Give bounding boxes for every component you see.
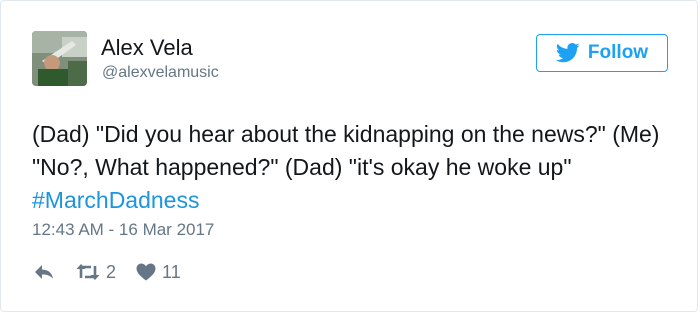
reply-button[interactable] [34,264,54,280]
retweet-count: 2 [106,261,117,282]
user-name[interactable]: Alex Vela [101,35,193,61]
like-button[interactable]: 11 [136,262,181,283]
tweet-actions: 2 11 [34,260,181,284]
follow-button[interactable]: Follow [536,34,668,72]
user-handle[interactable]: @alexvelamusic [102,64,219,82]
hashtag-link[interactable]: #MarchDadness [32,187,199,213]
tweet-body: (Dad) "Did you hear about the kidnapping… [32,121,660,180]
twitter-bird-icon [555,43,580,63]
avatar[interactable] [32,31,87,86]
retweet-button[interactable]: 2 [76,262,116,283]
tweet-timestamp[interactable]: 12:43 AM - 16 Mar 2017 [32,220,214,240]
retweet-icon [76,264,100,280]
like-count: 11 [162,261,181,282]
heart-icon [136,263,156,281]
reply-icon [35,265,53,279]
avatar-photo [32,31,87,86]
follow-label: Follow [587,42,649,63]
tweet-text: (Dad) "Did you hear about the kidnapping… [32,118,682,217]
tweet-card: Alex Vela @alexvelamusic Follow (Dad) "D… [0,0,698,312]
